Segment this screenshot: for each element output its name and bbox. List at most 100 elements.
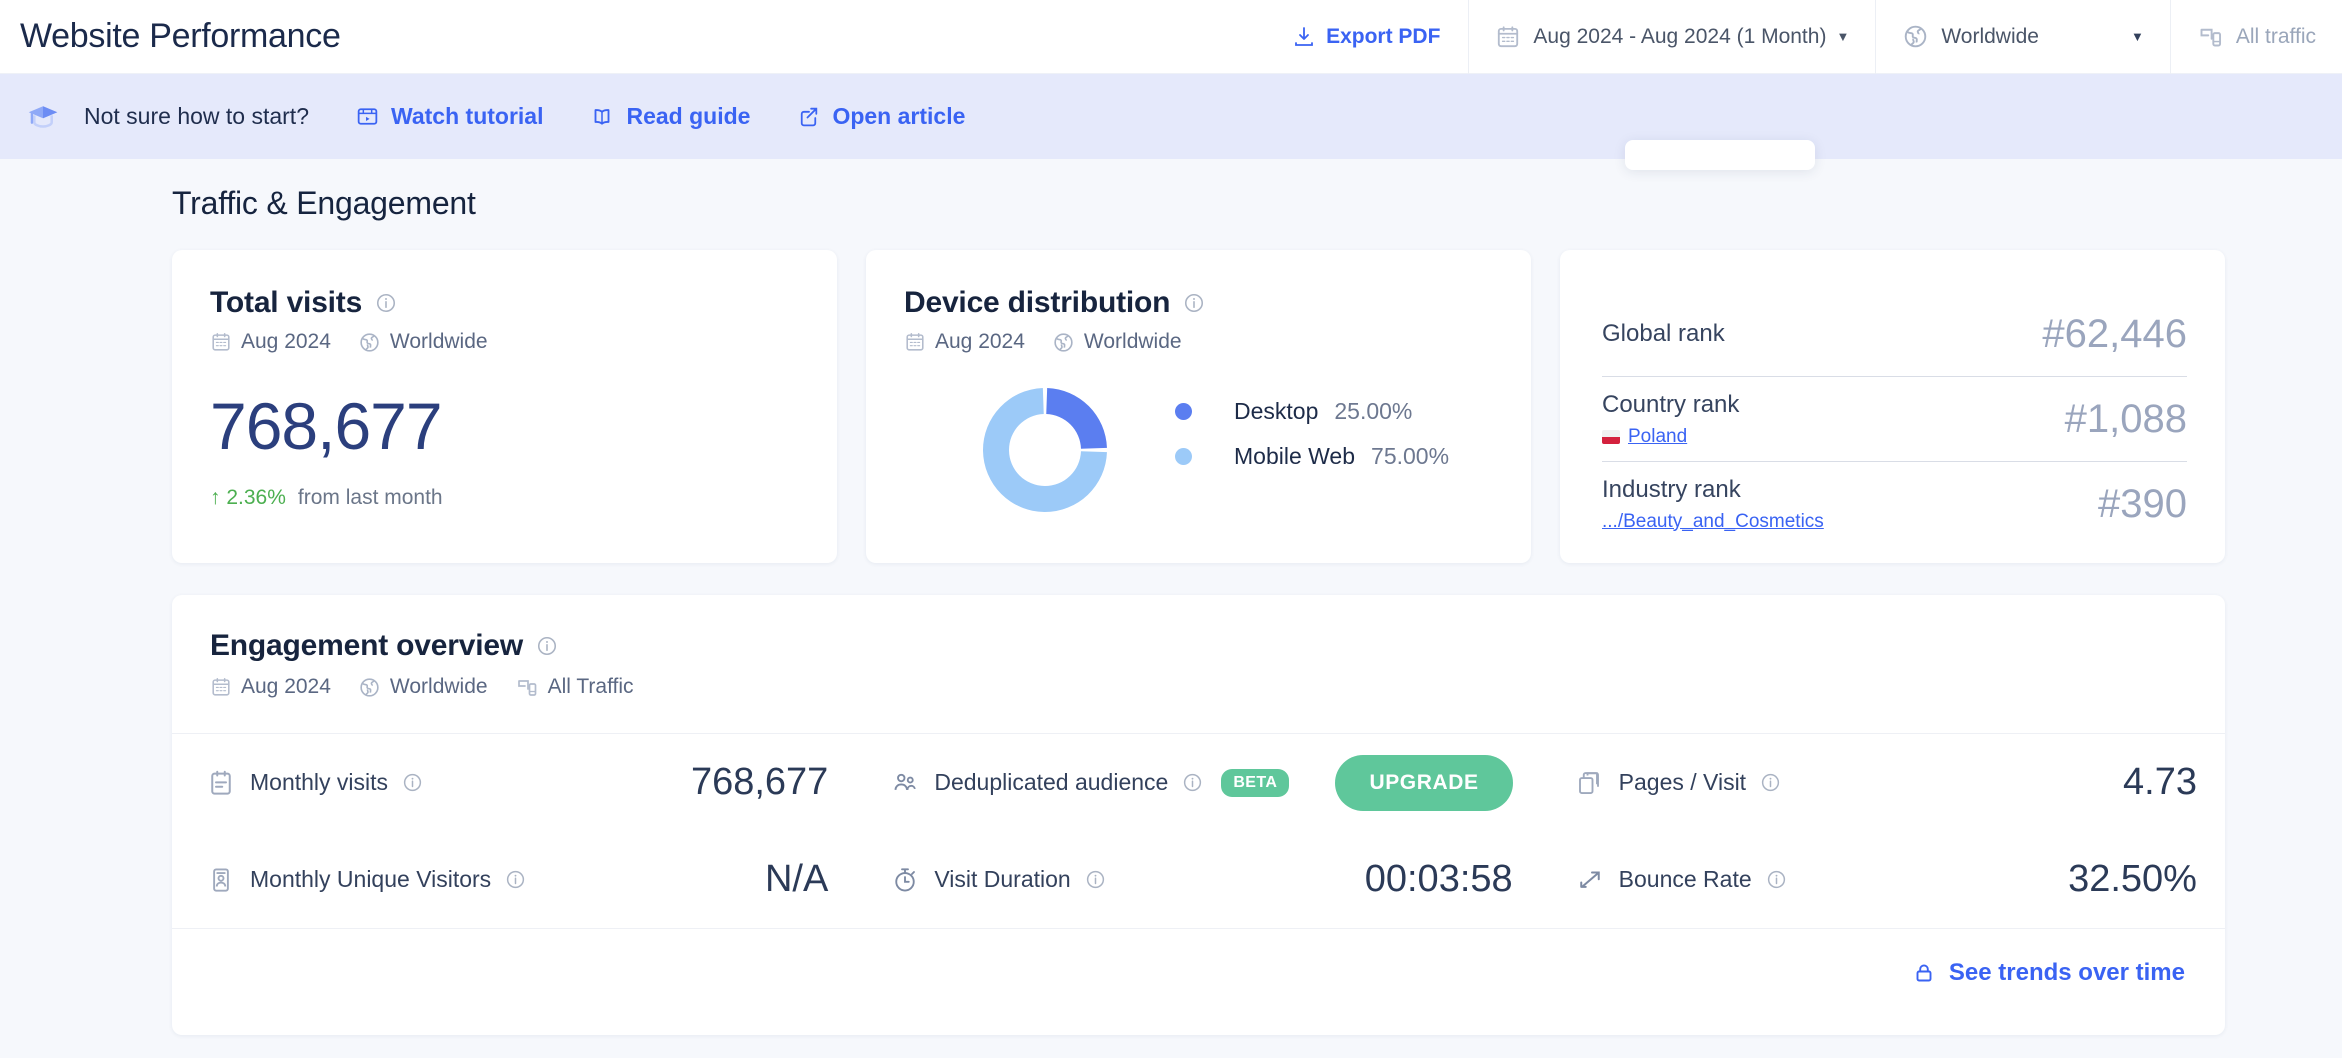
metric-monthly-visits: Monthly visits 768,677 [172,734,856,831]
info-icon[interactable] [1183,292,1205,314]
calendar-icon [904,331,926,353]
legend-item[interactable]: Mobile Web 75.00% [1175,440,1449,473]
read-guide-link[interactable]: Read guide [589,103,750,130]
graduation-cap-icon [24,98,62,136]
top-bar-controls: Export PDF Aug 2024 - Aug 2024 (1 Month)… [1266,0,2342,74]
info-icon[interactable] [375,292,397,314]
device-distribution-location: Worldwide [1083,330,1182,353]
metric-bounce-rate: Bounce Rate 32.50% [1541,831,2225,928]
device-distribution-meta: Aug 2024 Worldwide [866,320,1531,354]
total-visits-value: 768,677 [210,389,443,463]
ranks-card: Global rank #62,446 Country rank Poland … [1560,250,2225,563]
calendar-metric-icon [206,768,236,798]
video-icon [355,104,380,129]
info-icon[interactable] [1760,772,1781,793]
devices-icon [2197,23,2224,50]
help-banner: Not sure how to start? Watch tutorial Re… [0,74,2342,159]
info-icon[interactable] [402,772,423,793]
device-distribution-donut-chart [975,380,1115,520]
legend-value: 25.00% [1334,398,1413,424]
delta-arrow-up-icon: ↑ 2.36% [210,486,286,509]
beta-badge: BETA [1221,768,1290,797]
country-rank-link[interactable]: Poland [1628,426,1687,448]
metric-label: Bounce Rate [1618,866,1752,892]
section-title: Traffic & Engagement [172,185,476,221]
location-label: Worldwide [1941,24,2039,48]
industry-rank-link[interactable]: .../Beauty_and_Cosmetics [1602,511,1824,533]
read-guide-label: Read guide [626,103,751,129]
metric-deduplicated-audience: Deduplicated audience BETA UPGRADE [856,734,1540,831]
watch-tutorial-link[interactable]: Watch tutorial [355,103,543,130]
country-rank-label: Country rank [1602,390,1740,418]
download-icon [1292,25,1316,49]
info-icon[interactable] [1182,772,1203,793]
total-visits-title: Total visits [210,286,363,319]
metric-label: Pages / Visit [1618,769,1747,795]
metric-pages-visit: Pages / Visit 4.73 [1541,734,2225,831]
globe-icon [358,331,381,354]
open-article-link[interactable]: Open article [796,103,965,130]
chevron-down-icon: ▼ [1836,29,1850,44]
date-range-selector[interactable]: Aug 2024 - Aug 2024 (1 Month) ▼ [1468,0,1875,74]
top-bar: Website Performance Export PDF Aug 2024 … [0,0,2342,74]
total-visits-meta: Aug 2024 Worldwide [172,320,837,354]
legend-label: Mobile Web [1234,443,1356,469]
metric-value: 4.73 [2123,761,2197,803]
external-link-icon [796,104,821,129]
total-visits-date: Aug 2024 [241,330,331,353]
metric-value: N/A [764,858,829,900]
upgrade-button[interactable]: UPGRADE [1335,754,1513,811]
chevron-down-icon: ▼ [2130,29,2144,44]
engagement-metrics-grid: Monthly visits 768,677 Deduplicated audien… [172,734,2225,928]
global-rank-label: Global rank [1602,320,1725,347]
metric-monthly-unique-visitors: Monthly Unique Visitors N/A [172,831,856,928]
metric-value: 32.50% [2068,858,2197,900]
date-range-label: Aug 2024 - Aug 2024 (1 Month) [1533,24,1827,48]
country-rank-row: Country rank Poland #1,088 [1560,377,2225,461]
info-icon[interactable] [1766,869,1787,890]
country-rank-value: #1,088 [2064,396,2187,441]
open-article-label: Open article [832,103,966,129]
see-trends-link[interactable]: See trends over time [1912,959,2185,987]
engagement-location: Worldwide [389,675,488,698]
pages-icon [1575,768,1605,798]
engagement-date: Aug 2024 [241,675,331,698]
delta-value: 2.36% [226,486,286,509]
devices-icon [515,675,539,699]
traffic-selector[interactable]: All traffic [2169,0,2342,74]
industry-rank-label: Industry rank [1602,475,1741,503]
info-icon[interactable] [1085,869,1106,890]
floating-bar-partial [1625,140,1815,170]
globe-icon [1052,331,1075,354]
metric-value: 00:03:58 [1364,858,1513,900]
device-distribution-title: Device distribution [904,286,1171,319]
engagement-traffic: All Traffic [547,675,634,698]
bounce-arrow-icon [1575,865,1605,895]
total-visits-header: Total visits [172,250,837,320]
info-icon[interactable] [505,869,526,890]
calendar-icon [210,331,232,353]
banner-text: Not sure how to start? [84,103,309,129]
delta-label: from last month [297,486,443,509]
book-icon [589,104,615,130]
engagement-title: Engagement overview [210,629,523,662]
globe-icon [358,676,381,699]
legend-item[interactable]: Desktop 25.00% [1175,395,1449,428]
watch-tutorial-label: Watch tutorial [391,103,544,129]
industry-rank-value: #390 [2098,481,2187,526]
location-selector[interactable]: Worldwide ▼ [1875,0,2170,74]
total-visits-card: Total visits Aug 2024 Worldwide 768,677 … [172,250,837,563]
export-pdf-button[interactable]: Export PDF [1266,0,1468,74]
metric-label: Monthly visits [250,769,389,795]
globe-icon [1902,23,1929,50]
device-distribution-date: Aug 2024 [935,330,1025,353]
device-distribution-legend: Desktop 25.00% Mobile Web 75.00% [1175,395,1449,473]
total-visits-delta: ↑ 2.36% from last month [172,486,837,510]
engagement-overview-card: Engagement overview Aug 2024 Worldwide A… [172,595,2225,1035]
visitor-icon [206,865,236,895]
info-icon[interactable] [536,635,558,657]
legend-value: 75.00% [1371,443,1450,469]
page-title: Website Performance [20,17,341,55]
donut-segment-desktop[interactable] [1046,388,1107,449]
device-distribution-header: Device distribution [866,250,1531,320]
